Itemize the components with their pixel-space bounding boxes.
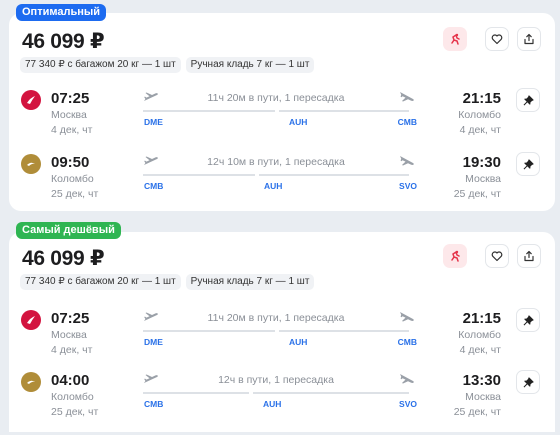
heart-icon xyxy=(491,251,503,262)
arrival-city: Коломбо xyxy=(458,329,501,341)
landing-icon xyxy=(400,312,414,322)
arrival-city: Москва xyxy=(465,391,501,403)
route-leg-line xyxy=(279,110,409,112)
airport-code-destination: CMB xyxy=(397,337,417,347)
badge-cheapest: Самый дешёвый xyxy=(16,222,121,239)
airport-code-origin: DME xyxy=(144,117,163,127)
share-button[interactable] xyxy=(517,27,541,51)
share-icon xyxy=(524,250,534,262)
airport-code-destination: CMB xyxy=(397,117,417,127)
route-leg-line xyxy=(259,174,409,176)
airline-logo xyxy=(21,154,41,174)
departure-time: 07:25 xyxy=(51,90,90,107)
departure-city: Москва xyxy=(51,329,87,341)
airline-logo xyxy=(21,90,41,110)
landing-icon xyxy=(400,374,414,384)
arrival-time: 13:30 xyxy=(462,372,501,389)
pin-button[interactable] xyxy=(516,88,540,112)
route-leg-line xyxy=(279,330,409,332)
airport-code-origin: CMB xyxy=(144,181,164,191)
ticket-card-cheapest[interactable]: 46 099 ₽ 77 340 ₽ с багажом 20 кг — 1 шт… xyxy=(9,232,555,432)
departure-time: 04:00 xyxy=(51,372,90,389)
airline-logo xyxy=(21,310,41,330)
departure-city: Коломбо xyxy=(51,391,94,403)
departure-city: Москва xyxy=(51,109,87,121)
ticket-price: 46 099 ₽ xyxy=(22,247,105,270)
share-icon xyxy=(524,33,534,45)
arrival-date: 4 дек, чт xyxy=(459,124,501,136)
share-button[interactable] xyxy=(517,244,541,268)
airport-code-transfer: AUH xyxy=(263,399,282,409)
airport-code-destination: SVO xyxy=(399,399,417,409)
pin-button[interactable] xyxy=(516,152,540,176)
landing-icon xyxy=(400,156,414,166)
ticket-price: 46 099 ₽ xyxy=(22,30,105,53)
landing-icon xyxy=(400,92,414,102)
hand-luggage-tag[interactable]: Ручная кладь 7 кг — 1 шт xyxy=(185,274,315,290)
departure-time: 07:25 xyxy=(51,310,90,327)
pin-button[interactable] xyxy=(516,308,540,332)
flight-segment-return[interactable]: 04:00 Коломбо 25 дек, чт 12ч в пути, 1 п… xyxy=(9,370,555,430)
departure-date: 25 дек, чт xyxy=(51,188,99,200)
flight-duration: 12ч 10м в пути, 1 пересадка xyxy=(207,156,345,168)
arrival-time: 21:15 xyxy=(462,90,501,107)
airport-code-transfer: AUH xyxy=(264,181,283,191)
arrival-time: 21:15 xyxy=(462,310,501,327)
route-timeline: 11ч 20м в пути, 1 пересадка DME AUH CMB xyxy=(135,88,417,128)
route-leg-line xyxy=(143,110,275,112)
departure-date: 25 дек, чт xyxy=(51,406,99,418)
baggage-tags: 77 340 ₽ с багажом 20 кг — 1 шт Ручная к… xyxy=(20,57,315,73)
airport-code-transfer: AUH xyxy=(289,117,308,127)
pin-icon xyxy=(523,94,534,105)
route-timeline: 12ч в пути, 1 пересадка CMB AUH SVO xyxy=(135,370,417,410)
route-timeline: 11ч 20м в пути, 1 пересадка DME AUH CMB xyxy=(135,308,417,348)
route-leg-line xyxy=(143,330,275,332)
airport-code-destination: SVO xyxy=(399,181,417,191)
flight-duration: 11ч 20м в пути, 1 пересадка xyxy=(207,312,345,324)
baggage-tag[interactable]: 77 340 ₽ с багажом 20 кг — 1 шт xyxy=(20,57,181,73)
hand-luggage-tag[interactable]: Ручная кладь 7 кг — 1 шт xyxy=(185,57,315,73)
fire-icon xyxy=(443,27,467,51)
flight-duration: 11ч 20м в пути, 1 пересадка xyxy=(207,92,345,104)
arrival-date: 25 дек, чт xyxy=(453,188,501,200)
airline-logo xyxy=(21,372,41,392)
favorite-button[interactable] xyxy=(485,244,509,268)
ticket-card-optimal[interactable]: 46 099 ₽ 77 340 ₽ с багажом 20 кг — 1 шт… xyxy=(9,13,555,211)
departure-city: Коломбо xyxy=(51,173,94,185)
departure-time: 09:50 xyxy=(51,154,90,171)
arrival-date: 4 дек, чт xyxy=(459,344,501,356)
airport-code-transfer: AUH xyxy=(289,337,308,347)
baggage-tag[interactable]: 77 340 ₽ с багажом 20 кг — 1 шт xyxy=(20,274,181,290)
fire-icon xyxy=(443,244,467,268)
arrival-city: Москва xyxy=(465,173,501,185)
pin-button[interactable] xyxy=(516,370,540,394)
card-actions xyxy=(443,244,541,268)
flight-duration: 12ч в пути, 1 пересадка xyxy=(218,374,334,386)
heart-icon xyxy=(491,34,503,45)
departure-date: 4 дек, чт xyxy=(51,124,93,136)
card-actions xyxy=(443,27,541,51)
favorite-button[interactable] xyxy=(485,27,509,51)
flight-segment-outbound[interactable]: 07:25 Москва 4 дек, чт 11ч 20м в пути, 1… xyxy=(9,88,555,148)
route-leg-line xyxy=(143,392,249,394)
route-leg-line xyxy=(253,392,409,394)
flight-segment-return[interactable]: 09:50 Коломбо 25 дек, чт 12ч 10м в пути,… xyxy=(9,152,555,212)
pin-icon xyxy=(523,314,534,325)
pin-icon xyxy=(523,158,534,169)
arrival-time: 19:30 xyxy=(462,154,501,171)
departure-date: 4 дек, чт xyxy=(51,344,93,356)
route-timeline: 12ч 10м в пути, 1 пересадка CMB AUH SVO xyxy=(135,152,417,192)
airport-code-origin: DME xyxy=(144,337,163,347)
flight-segment-outbound[interactable]: 07:25 Москва 4 дек, чт 11ч 20м в пути, 1… xyxy=(9,308,555,368)
airport-code-origin: CMB xyxy=(144,399,164,409)
arrival-date: 25 дек, чт xyxy=(453,406,501,418)
route-leg-line xyxy=(143,174,255,176)
pin-icon xyxy=(523,376,534,387)
baggage-tags: 77 340 ₽ с багажом 20 кг — 1 шт Ручная к… xyxy=(20,274,315,290)
badge-optimal: Оптимальный xyxy=(16,4,107,21)
arrival-city: Коломбо xyxy=(458,109,501,121)
